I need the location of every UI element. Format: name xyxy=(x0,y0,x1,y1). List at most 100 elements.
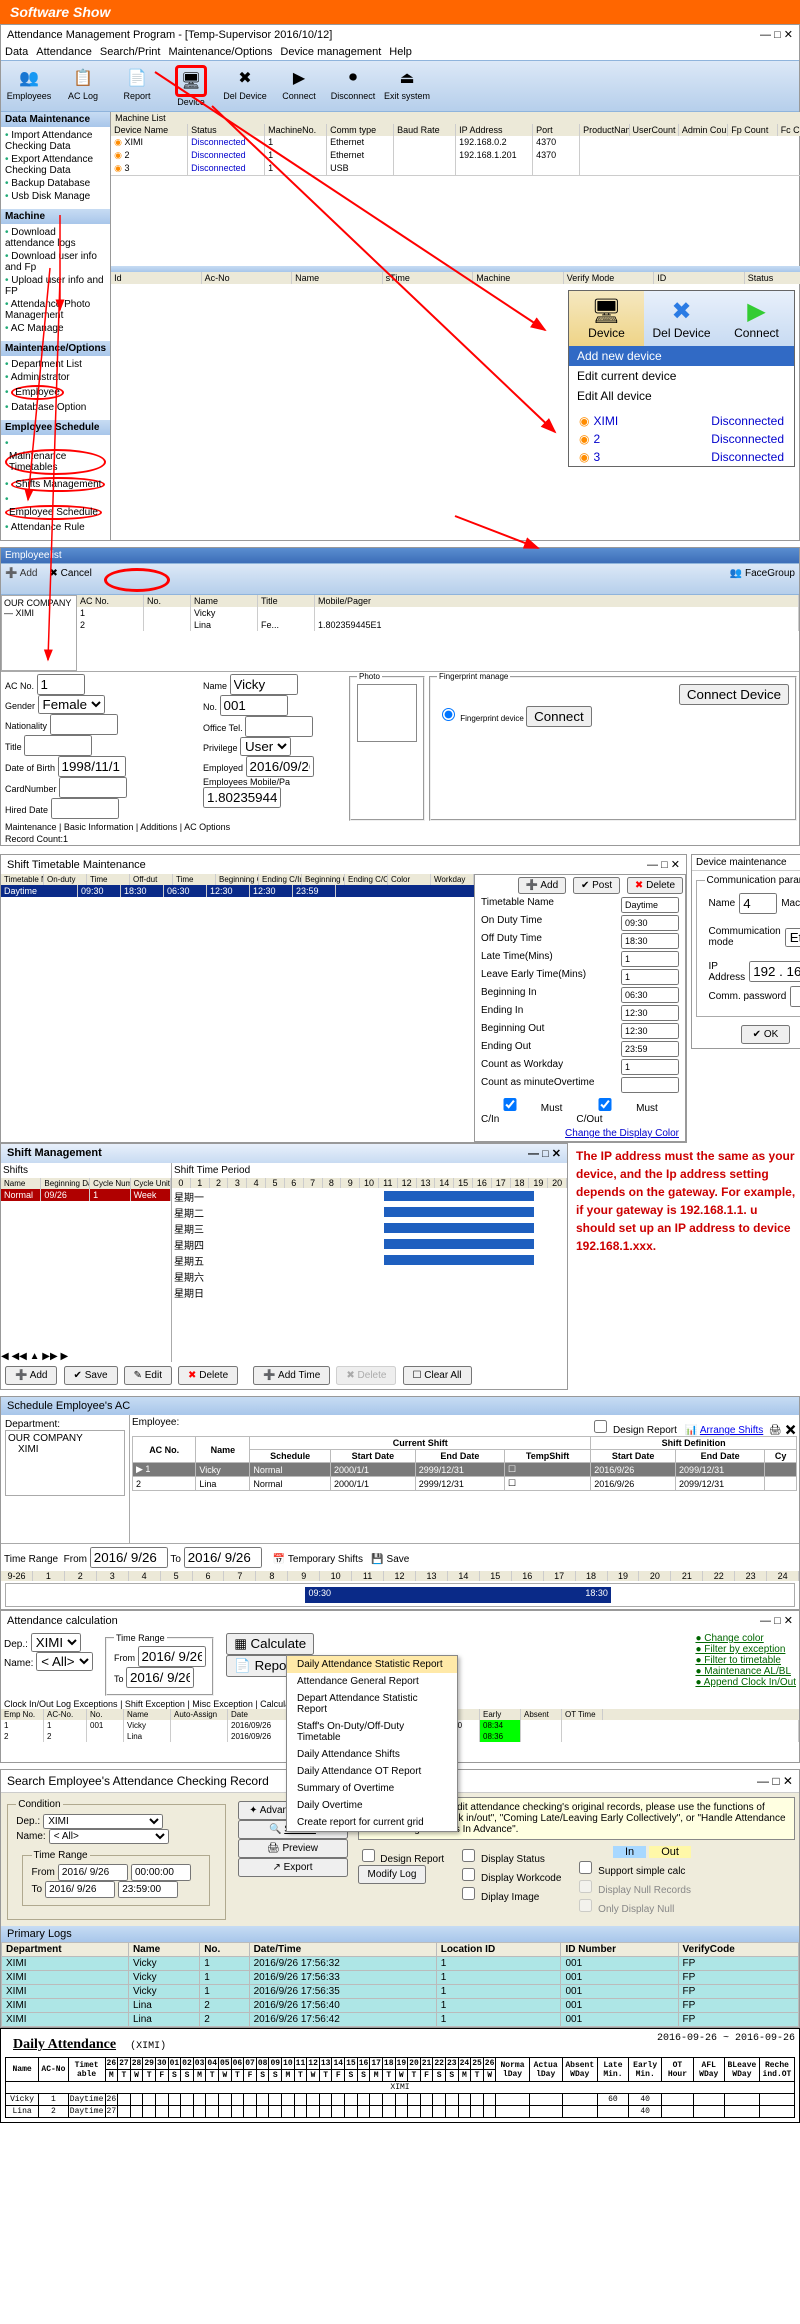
log-row[interactable]: XIMIVicky12016/9/26 17:56:331001FP xyxy=(2,1971,799,1985)
dm-ok-button[interactable]: ✔ OK xyxy=(741,1025,791,1044)
hire-input[interactable] xyxy=(51,798,119,819)
device-button[interactable]: 🖥Device xyxy=(167,65,215,107)
sm-addtime-button[interactable]: ➕ Add Time xyxy=(253,1366,330,1385)
disp-status-check[interactable] xyxy=(462,1849,475,1862)
sched-save[interactable]: Save xyxy=(387,1554,410,1565)
disp-image-check[interactable] xyxy=(462,1887,475,1900)
log-row[interactable]: XIMIVicky12016/9/26 17:56:351001FP xyxy=(2,1985,799,1999)
side-item[interactable]: Import Attendance Checking Data xyxy=(3,129,108,153)
employees-button[interactable]: 👥Employees xyxy=(5,65,53,107)
otit-input[interactable] xyxy=(245,716,313,737)
design-report-check[interactable] xyxy=(594,1420,607,1433)
dob-input[interactable] xyxy=(58,756,126,777)
device-context-menu[interactable]: Add new device Edit current device Edit … xyxy=(569,346,794,406)
zoom-device-button[interactable]: 🖥Device xyxy=(569,291,644,346)
le-input[interactable] xyxy=(621,969,679,985)
side-item[interactable]: Employee Schedule xyxy=(3,493,108,521)
menubar[interactable]: DataAttendanceSearch/PrintMaintenance/Op… xyxy=(1,44,799,60)
report-menu-item[interactable]: Daily Attendance OT Report xyxy=(287,1763,457,1780)
connect2-button[interactable]: Connect xyxy=(526,706,592,727)
caw-input[interactable] xyxy=(621,1059,679,1075)
title-input[interactable] xyxy=(24,735,92,756)
no-input[interactable] xyxy=(220,695,288,716)
gender-select[interactable]: Female xyxy=(38,695,105,714)
search-from-time[interactable] xyxy=(131,1864,191,1881)
stm-post-button[interactable]: ✔ Post xyxy=(573,877,620,894)
device-row[interactable]: ◉ 3Disconnected1USB xyxy=(111,162,800,175)
calc-name-select[interactable]: < All> xyxy=(36,1652,93,1671)
sm-edit-button[interactable]: ✎ Edit xyxy=(124,1366,172,1385)
disp-workcode-check[interactable] xyxy=(462,1868,475,1881)
sm-add-button[interactable]: ➕ Add xyxy=(5,1366,57,1385)
sm-clearall-button[interactable]: ☐ Clear All xyxy=(403,1366,472,1385)
stm-del-button[interactable]: ✖ Delete xyxy=(627,877,683,894)
temporary-shifts[interactable]: Temporary Shifts xyxy=(288,1554,363,1565)
dm-cmode-select[interactable]: Ethernet xyxy=(785,928,800,947)
mustcin-check[interactable] xyxy=(485,1098,535,1111)
device-row[interactable]: ◉ 2Disconnected1Ethernet192.168.1.201437… xyxy=(111,149,800,162)
mp-input[interactable] xyxy=(203,787,281,808)
del-device-button[interactable]: ✖Del Device xyxy=(221,65,269,107)
dm-name-input[interactable] xyxy=(739,893,777,914)
report-menu-item[interactable]: Summary of Overtime xyxy=(287,1780,457,1797)
side-item[interactable]: Department List xyxy=(3,358,108,371)
report-button[interactable]: 📄Report xyxy=(113,65,161,107)
tr-from-input[interactable] xyxy=(90,1547,168,1568)
calc-dep-select[interactable]: XIMI xyxy=(31,1633,81,1652)
log-row[interactable]: XIMIVicky12016/9/26 17:56:321001FP xyxy=(2,1957,799,1971)
side-item[interactable]: Usb Disk Manage xyxy=(3,190,108,203)
calc-side-link[interactable]: ● Filter to timetable xyxy=(695,1655,796,1666)
calc-side-link[interactable]: ● Filter by exception xyxy=(695,1644,796,1655)
change-color-link[interactable]: Change the Display Color xyxy=(565,1128,679,1139)
report-menu-item[interactable]: Create report for current grid xyxy=(287,1814,457,1831)
mustcout-check[interactable] xyxy=(580,1098,630,1111)
search-dep-select[interactable]: XIMI xyxy=(43,1814,163,1829)
report-menu[interactable]: Daily Attendance Statistic ReportAttenda… xyxy=(286,1655,458,1832)
off-input[interactable] xyxy=(621,933,679,949)
search-from-date[interactable] xyxy=(58,1864,128,1881)
nat-input[interactable] xyxy=(50,714,118,735)
side-item[interactable]: Database Option xyxy=(3,401,108,414)
search-to-time[interactable] xyxy=(118,1881,178,1898)
cam-input[interactable] xyxy=(621,1077,679,1093)
report-menu-item[interactable]: Daily Overtime xyxy=(287,1797,457,1814)
report-menu-item[interactable]: Daily Attendance Statistic Report xyxy=(287,1656,457,1673)
bo-input[interactable] xyxy=(621,1023,679,1039)
side-item[interactable]: Attendance Rule xyxy=(3,521,108,534)
search-name-select[interactable]: < All> xyxy=(49,1829,169,1844)
sm-save-button[interactable]: ✔ Save xyxy=(64,1366,118,1385)
bi-input[interactable] xyxy=(621,987,679,1003)
side-item[interactable]: Shifts Management xyxy=(3,476,108,493)
ac-log-button[interactable]: 📋AC Log xyxy=(59,65,107,107)
log-row[interactable]: XIMILina22016/9/26 17:56:421001FP xyxy=(2,2013,799,2027)
device-row[interactable]: ◉ XIMIDisconnected1Ethernet192.168.0.243… xyxy=(111,136,800,149)
zoom-connect-button[interactable]: ▶Connect xyxy=(719,291,794,346)
calculate-button[interactable]: ▦ Calculate xyxy=(226,1633,314,1655)
calc-side-link[interactable]: ● Change color xyxy=(695,1633,796,1644)
side-item[interactable]: Download user info and Fp xyxy=(3,250,108,274)
tn-input[interactable] xyxy=(621,897,679,913)
priv-select[interactable]: User xyxy=(240,737,291,756)
side-item[interactable]: AC Manage xyxy=(3,322,108,335)
eo-input[interactable] xyxy=(621,1041,679,1057)
emp-input[interactable] xyxy=(246,756,314,777)
connect-button[interactable]: ▶Connect xyxy=(275,65,323,107)
connect-device-button[interactable]: Connect Device xyxy=(679,684,789,705)
report-menu-item[interactable]: Attendance General Report xyxy=(287,1673,457,1690)
sm-del-button[interactable]: ✖ Delete xyxy=(178,1366,238,1385)
side-item[interactable]: Download attendance logs xyxy=(3,226,108,250)
calc-from-input[interactable] xyxy=(138,1646,206,1667)
company-tree[interactable]: OUR COMPANY — XIMI xyxy=(1,595,77,671)
design-report-check2[interactable] xyxy=(362,1849,375,1862)
zoom-device-row[interactable]: ◉2Disconnected xyxy=(569,430,794,448)
report-menu-item[interactable]: Daily Attendance Shifts xyxy=(287,1746,457,1763)
simple-calc-check[interactable] xyxy=(579,1861,592,1874)
side-item[interactable]: Maintenance Timetables xyxy=(3,437,108,476)
cardno-input[interactable] xyxy=(59,777,127,798)
log-row[interactable]: XIMILina22016/9/26 17:56:401001FP xyxy=(2,1999,799,2013)
side-item[interactable]: Upload user info and FP xyxy=(3,274,108,298)
side-item[interactable]: Attendance Photo Management xyxy=(3,298,108,322)
tr-to-input[interactable] xyxy=(184,1547,262,1568)
report-menu-item[interactable]: Depart Attendance Statistic Report xyxy=(287,1690,457,1718)
name-input[interactable] xyxy=(230,674,298,695)
